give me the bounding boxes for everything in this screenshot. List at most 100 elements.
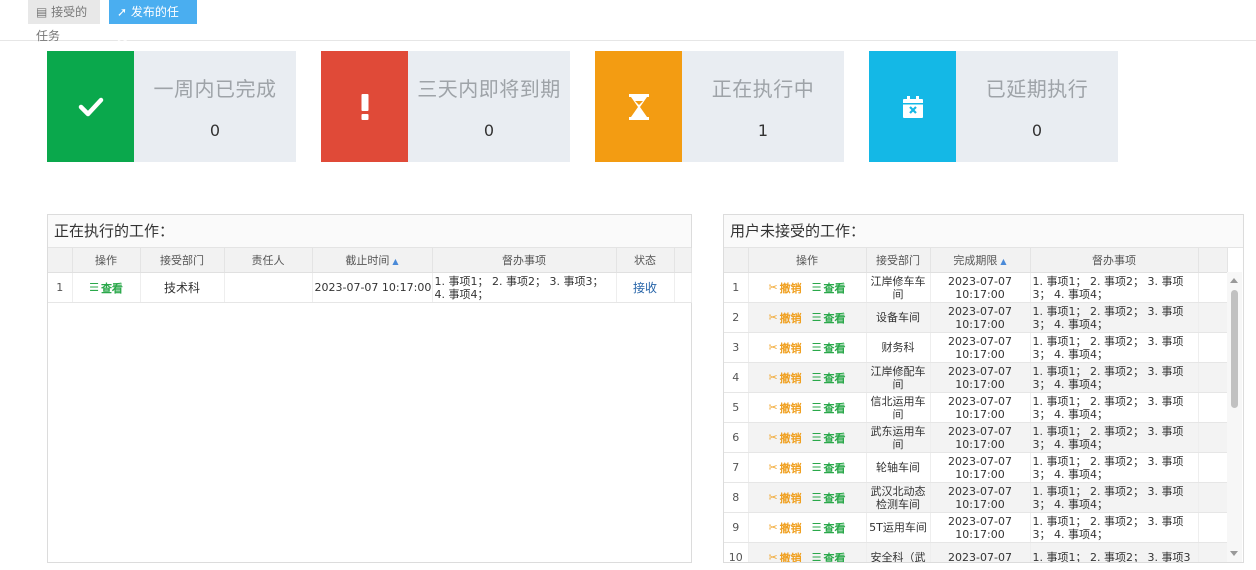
- view-button[interactable]: ☰ 查看: [812, 370, 846, 386]
- completed-week-card[interactable]: 一周内已完成 0: [47, 51, 296, 162]
- table-row[interactable]: 10 ✂ 撤销 ☰ 查看 安全科（武 2023-07-07 1. 事项1； 2. 事项2； 3…: [724, 542, 1228, 562]
- column-header-operation[interactable]: 操作: [748, 248, 867, 273]
- due-date-cell: 2023-07-07 10:17:00: [930, 332, 1031, 363]
- due-date-cell: 2023-07-07 10:17:00: [930, 422, 1031, 453]
- view-label: 查看: [823, 491, 846, 505]
- hourglass-icon: [628, 93, 649, 120]
- items-cell: 1. 事项1； 2. 事项2； 3. 事项3； 4. 事项4；: [1030, 392, 1199, 423]
- table-row[interactable]: 3 ✂ 撤销 ☰ 查看 财务科 2023-07-07 10:17:00 1. 事项1； 2. 事…: [724, 332, 1228, 363]
- items-cell: 1. 事项1； 2. 事项2； 3. 事项3； 4. 事项4；: [1030, 332, 1199, 363]
- list-icon: ☰: [811, 401, 822, 414]
- table-row[interactable]: 7 ✂ 撤销 ☰ 查看 轮轴车间 2023-07-07 10:17:00 1. 事项1； 2. …: [724, 452, 1228, 483]
- column-header-items[interactable]: 督办事项: [1030, 248, 1199, 273]
- list-icon: ☰: [811, 371, 822, 384]
- due-date: 2023-07-07: [948, 484, 1012, 498]
- row-number: 10: [724, 542, 749, 562]
- items-cell: 1. 事项1； 2. 事项2； 3. 事项3； 4. 事项4；: [1030, 482, 1199, 513]
- view-button[interactable]: ☰ 查看: [812, 490, 846, 506]
- row-filler: [1198, 392, 1228, 423]
- view-button[interactable]: ☰ 查看: [812, 340, 846, 356]
- table-row[interactable]: 5 ✂ 撤销 ☰ 查看 信北运用车间 2023-07-07 10:17:00 1. 事项1； 2…: [724, 392, 1228, 423]
- operation-cell: ✂ 撤销 ☰ 查看: [748, 452, 867, 483]
- scissors-icon: ✂: [768, 311, 778, 324]
- items-cell: 1. 事项1； 2. 事项2； 3. 事项3； 4. 事项4；: [1030, 302, 1199, 333]
- table-row[interactable]: 2 ✂ 撤销 ☰ 查看 设备车间 2023-07-07 10:17:00 1. 事项1； 2. …: [724, 302, 1228, 333]
- column-header-due-date[interactable]: 完成期限 ▲: [930, 248, 1031, 273]
- column-header-due-date-label: 完成期限: [953, 254, 998, 267]
- view-button[interactable]: ☰ 查看: [812, 550, 846, 562]
- scrollbar-thumb[interactable]: [1231, 290, 1238, 408]
- revoke-label: 撤销: [779, 311, 802, 325]
- card-count: 0: [1031, 121, 1043, 140]
- revoke-button[interactable]: ✂ 撤销: [768, 430, 801, 446]
- table-row[interactable]: 8 ✂ 撤销 ☰ 查看 武汉北动态检测车间 2023-07-07 10:17:00 1. 事项1…: [724, 482, 1228, 513]
- due-date-cell: 2023-07-07 10:17:00: [930, 302, 1031, 333]
- column-header-status[interactable]: 状态: [616, 248, 675, 273]
- due-date: 2023-07-07: [948, 364, 1012, 378]
- row-number: 7: [724, 452, 749, 483]
- view-label: 查看: [823, 521, 846, 535]
- revoke-button[interactable]: ✂ 撤销: [768, 280, 801, 296]
- column-header-department[interactable]: 接受部门: [866, 248, 931, 273]
- due-date: 2023-07-07: [948, 274, 1012, 288]
- revoke-button[interactable]: ✂ 撤销: [768, 490, 801, 506]
- table-row[interactable]: 6 ✂ 撤销 ☰ 查看 武东运用车间 2023-07-07 10:17:00 1. 事项1； 2…: [724, 422, 1228, 453]
- received-tasks-tab[interactable]: ▤ 接受的任务: [28, 0, 100, 43]
- accept-link[interactable]: 接收: [633, 281, 657, 295]
- header-filler: [1198, 248, 1228, 273]
- list-icon: ☰: [811, 281, 822, 294]
- overdue-card[interactable]: 已延期执行 0: [869, 51, 1118, 162]
- view-button[interactable]: ☰ 查看: [812, 520, 846, 536]
- view-button[interactable]: ☰ 查看: [812, 430, 846, 446]
- items-cell: 1. 事项1； 2. 事项2； 3. 事项3； 4. 事项4；: [1030, 512, 1199, 543]
- revoke-button[interactable]: ✂ 撤销: [768, 400, 801, 416]
- table-row[interactable]: 1 ✂ 撤销 ☰ 查看 江岸修车车间 2023-07-07 10:17:00 1. 事项1； 2…: [724, 272, 1228, 303]
- view-button[interactable]: ☰ 查看: [812, 310, 846, 326]
- revoke-button[interactable]: ✂ 撤销: [768, 340, 801, 356]
- view-button[interactable]: ☰ 查看: [812, 280, 846, 296]
- list-icon: ☰: [811, 521, 822, 534]
- revoke-button[interactable]: ✂ 撤销: [768, 310, 801, 326]
- card-count: 1: [757, 121, 769, 140]
- revoke-label: 撤销: [779, 401, 802, 415]
- due-time: 10:17:00: [955, 407, 1005, 421]
- published-tasks-tab[interactable]: ➚ 发布的任务: [109, 0, 197, 43]
- row-filler: [1198, 272, 1228, 303]
- column-header-department[interactable]: 接受部门: [140, 248, 225, 273]
- operation-cell: ☰ 查看: [72, 272, 141, 303]
- column-header-deadline[interactable]: 截止时间 ▲: [312, 248, 433, 273]
- column-header-items[interactable]: 督办事项: [432, 248, 617, 273]
- table-row[interactable]: 1 ☰ 查看 技术科 2023-07-07 10:17:00 1. 事项1； 2.…: [48, 272, 692, 303]
- row-number: 9: [724, 512, 749, 543]
- in-progress-card[interactable]: 正在执行中 1: [595, 51, 844, 162]
- revoke-button[interactable]: ✂ 撤销: [768, 460, 801, 476]
- table-row[interactable]: 4 ✂ 撤销 ☰ 查看 江岸修配车间 2023-07-07 10:17:00 1. 事项1； 2…: [724, 362, 1228, 393]
- view-button[interactable]: ☰ 查看: [89, 280, 123, 296]
- person-cell: [224, 272, 313, 303]
- send-icon: ➚: [117, 5, 128, 19]
- due-date: 2023-07-07: [948, 304, 1012, 318]
- department-cell: 技术科: [140, 272, 225, 303]
- view-button[interactable]: ☰ 查看: [812, 460, 846, 476]
- revoke-button[interactable]: ✂ 撤销: [768, 370, 801, 386]
- due-time: 10:17:00: [955, 377, 1005, 391]
- table-row[interactable]: 9 ✂ 撤销 ☰ 查看 5T运用车间 2023-07-07 10:17:00 1. 事项1； 2…: [724, 512, 1228, 543]
- sort-ascending-icon: ▲: [1000, 257, 1007, 266]
- header-filler: [674, 248, 692, 273]
- row-filler: [1198, 542, 1228, 562]
- scroll-up-arrow-icon[interactable]: [1230, 278, 1238, 283]
- calendar-x-icon: [902, 95, 923, 118]
- operation-cell: ✂ 撤销 ☰ 查看: [748, 512, 867, 543]
- due-three-days-card[interactable]: 三天内即将到期 0: [321, 51, 570, 162]
- view-button[interactable]: ☰ 查看: [812, 400, 846, 416]
- vertical-scrollbar[interactable]: [1227, 272, 1242, 562]
- view-label: 查看: [823, 341, 846, 355]
- revoke-button[interactable]: ✂ 撤销: [768, 550, 801, 562]
- row-filler: [1198, 452, 1228, 483]
- column-header-operation[interactable]: 操作: [72, 248, 141, 273]
- row-number-header: [48, 248, 73, 273]
- scroll-down-arrow-icon[interactable]: [1230, 551, 1238, 556]
- column-header-person[interactable]: 责任人: [224, 248, 313, 273]
- view-label: 查看: [823, 371, 846, 385]
- revoke-button[interactable]: ✂ 撤销: [768, 520, 801, 536]
